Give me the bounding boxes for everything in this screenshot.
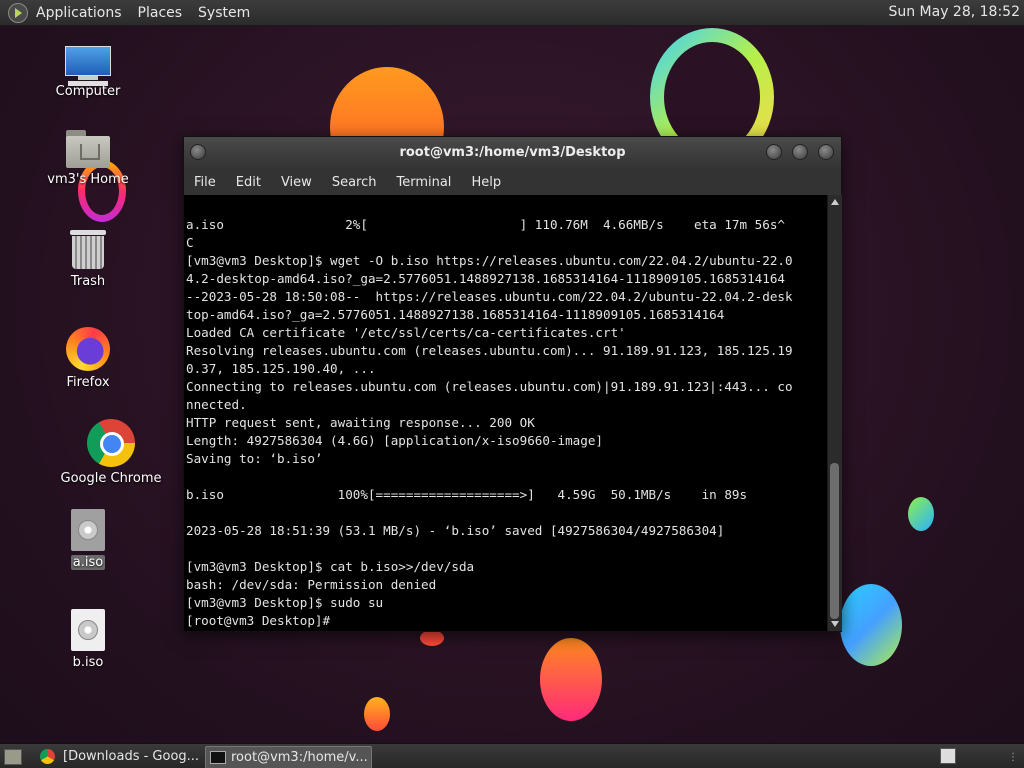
minimize-button[interactable]	[766, 144, 782, 160]
wallpaper-red-shape	[420, 630, 444, 646]
distro-logo-icon[interactable]	[8, 2, 28, 23]
scrollbar-thumb[interactable]	[830, 463, 839, 619]
workspace-switcher[interactable]	[940, 748, 956, 764]
terminal-line: bash: /dev/sda: Permission denied	[186, 577, 437, 592]
terminal-line: b.iso 100%[===================>] 4.59G 5…	[186, 487, 748, 502]
desktop-icon-label: b.iso	[72, 655, 104, 670]
desktop-icon-label: a.iso	[70, 555, 106, 570]
terminal-line: Connecting to releases.ubuntu.com (relea…	[186, 379, 793, 394]
taskbar-item-chrome[interactable]: [Downloads - Goog...	[38, 746, 223, 767]
top-panel: Applications Places System Sun May 28, 1…	[0, 0, 1024, 26]
terminal-line: Resolving releases.ubuntu.com (releases.…	[186, 343, 793, 358]
desktop-icon-label: Google Chrome	[60, 471, 162, 486]
taskbar-item-label: root@vm3:/home/v...	[231, 750, 368, 765]
terminal-scrollbar[interactable]	[827, 195, 842, 631]
wallpaper-small-orange-shape	[364, 697, 390, 731]
terminal-titlebar[interactable]: root@vm3:/home/vm3/Desktop	[184, 137, 841, 169]
wallpaper-teal-shape	[908, 497, 934, 531]
terminal-line: [vm3@vm3 Desktop]$ sudo su	[186, 595, 384, 610]
desktop-icon-computer[interactable]: Computer	[33, 46, 143, 99]
bottom-taskbar: [Downloads - Goog... root@vm3:/home/v...…	[0, 743, 1024, 768]
terminal-line: [root@vm3 Desktop]#	[186, 613, 331, 628]
panel-clock[interactable]: Sun May 28, 18:52	[888, 4, 1020, 20]
menu-view[interactable]: View	[271, 175, 322, 190]
desktop-icon-a-iso[interactable]: a.iso	[33, 509, 143, 570]
disc-image-icon	[71, 509, 105, 551]
scroll-down-icon[interactable]	[831, 621, 839, 627]
terminal-line: 2023-05-28 18:51:39 (53.1 MB/s) - ‘b.iso…	[186, 523, 725, 538]
desktop-icon-home[interactable]: vm3's Home	[33, 130, 143, 187]
taskbar-item-terminal[interactable]: root@vm3:/home/v...	[205, 746, 372, 768]
terminal-line: 4.2-desktop-amd64.iso?_ga=2.5776051.1488…	[186, 271, 785, 286]
taskbar-item-label: [Downloads - Goog...	[63, 749, 200, 764]
menu-file[interactable]: File	[184, 175, 226, 190]
menu-places[interactable]: Places	[138, 5, 183, 21]
firefox-icon	[66, 327, 110, 371]
terminal-line: a.iso 2%[ ] 110.76M 4.66MB/s eta 17m 56s…	[186, 217, 785, 232]
desktop-icon-label: Computer	[55, 84, 121, 99]
menu-applications[interactable]: Applications	[36, 5, 122, 21]
wallpaper-blue-shape	[840, 584, 902, 666]
terminal-line: nnected.	[186, 397, 247, 412]
menu-system[interactable]: System	[198, 5, 250, 21]
terminal-title: root@vm3:/home/vm3/Desktop	[399, 145, 626, 160]
desktop-icon-trash[interactable]: Trash	[33, 230, 143, 289]
desktop-icon-label: vm3's Home	[47, 172, 129, 187]
close-button[interactable]	[818, 144, 834, 160]
terminal-line: --2023-05-28 18:50:08-- https://releases…	[186, 289, 793, 304]
disc-image-icon	[71, 609, 105, 651]
terminal-line: Saving to: ‘b.iso’	[186, 451, 323, 466]
computer-icon	[65, 46, 111, 86]
terminal-menubar: File Edit View Search Terminal Help	[184, 169, 841, 195]
terminal-line: HTTP request sent, awaiting response... …	[186, 415, 535, 430]
menu-edit[interactable]: Edit	[226, 175, 271, 190]
terminal-line: C	[186, 235, 194, 250]
terminal-line: Loaded CA certificate '/etc/ssl/certs/ca…	[186, 325, 626, 340]
desktop-icon-b-iso[interactable]: b.iso	[33, 609, 143, 670]
tray-handle-icon[interactable]: ⋮	[1008, 752, 1018, 763]
menu-help[interactable]: Help	[461, 175, 511, 190]
terminal-line: top-amd64.iso?_ga=2.5776051.1488927138.1…	[186, 307, 725, 322]
terminal-line: 0.37, 185.125.190.40, ...	[186, 361, 376, 376]
terminal-line: Length: 4927586304 (4.6G) [application/x…	[186, 433, 604, 448]
menu-search[interactable]: Search	[322, 175, 387, 190]
menu-terminal[interactable]: Terminal	[386, 175, 461, 190]
terminal-window[interactable]: root@vm3:/home/vm3/Desktop File Edit Vie…	[183, 136, 842, 632]
terminal-screen[interactable]: a.iso 2%[ ] 110.76M 4.66MB/s eta 17m 56s…	[184, 195, 827, 631]
show-desktop-icon[interactable]	[4, 749, 22, 765]
desktop-icon-label: Trash	[70, 274, 106, 289]
trash-icon	[70, 230, 106, 270]
terminal-output: a.iso 2%[ ] 110.76M 4.66MB/s eta 17m 56s…	[184, 195, 827, 630]
terminal-line: [vm3@vm3 Desktop]$ cat b.iso>>/dev/sda	[186, 559, 475, 574]
chrome-icon	[87, 419, 135, 467]
desktop-icon-label: Firefox	[66, 375, 110, 390]
terminal-icon	[210, 751, 226, 764]
chrome-icon	[40, 749, 55, 764]
desktop-icon-firefox[interactable]: Firefox	[33, 327, 143, 390]
terminal-line: [vm3@vm3 Desktop]$ wget -O b.iso https:/…	[186, 253, 793, 268]
desktop-icon-chrome[interactable]: Google Chrome	[56, 419, 166, 486]
home-folder-icon	[66, 130, 110, 168]
scroll-up-icon[interactable]	[831, 199, 839, 205]
wallpaper-pink-shape	[540, 638, 602, 721]
maximize-button[interactable]	[792, 144, 808, 160]
